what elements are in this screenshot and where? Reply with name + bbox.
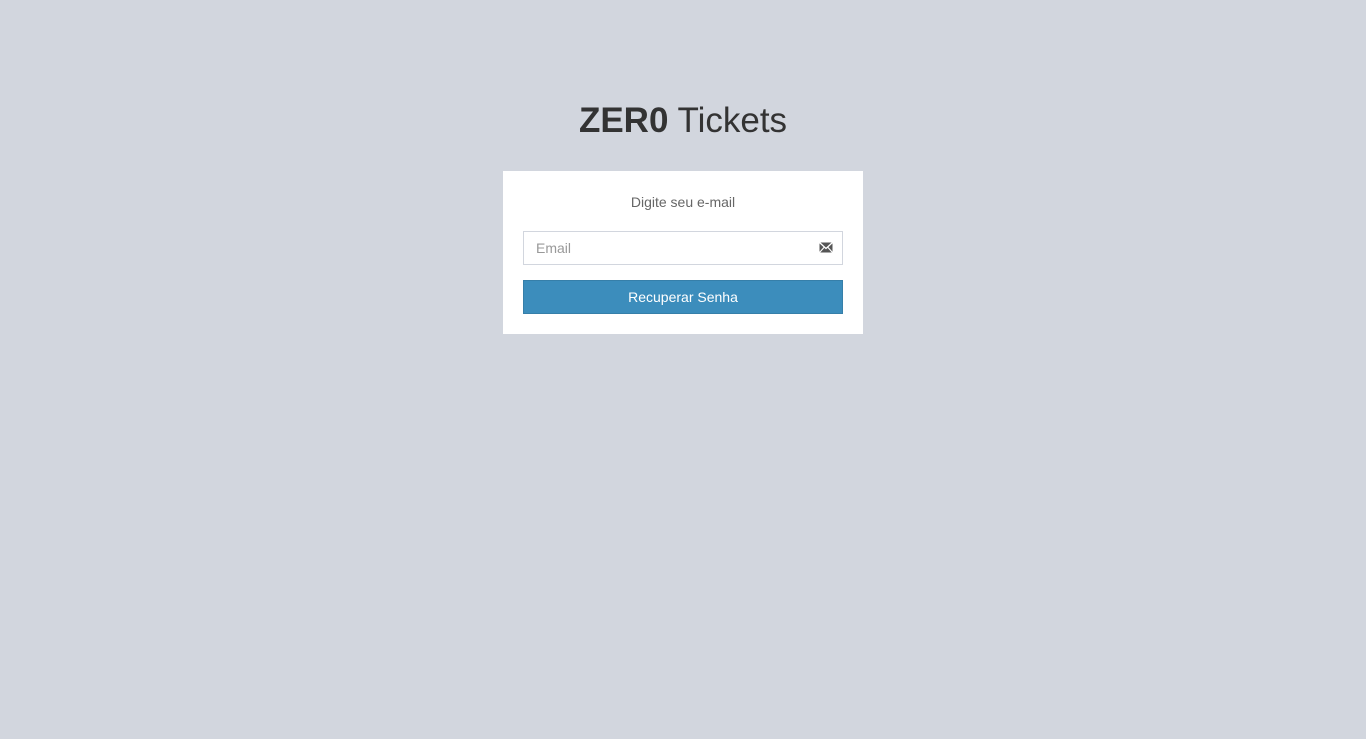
- email-input[interactable]: [523, 231, 843, 265]
- logo-light-text: Tickets: [677, 101, 788, 140]
- envelope-icon: [819, 242, 833, 253]
- email-field-group: [523, 231, 843, 265]
- logo-bold-text: ZER0: [578, 101, 669, 140]
- recover-password-button[interactable]: Recuperar Senha: [523, 280, 843, 314]
- app-logo: ZER0 Tickets: [0, 100, 1366, 142]
- recover-password-box: Digite seu e-mail Recuperar Senha: [503, 171, 863, 334]
- form-message: Digite seu e-mail: [630, 194, 736, 210]
